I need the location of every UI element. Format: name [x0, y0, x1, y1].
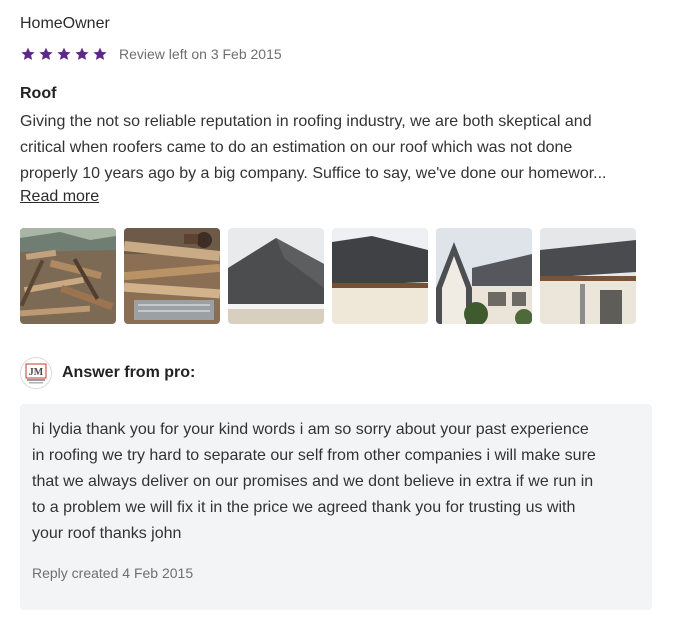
- review-photo[interactable]: [20, 228, 116, 324]
- review-body-line: critical when roofers came to do an esti…: [20, 139, 573, 156]
- house-front-photo: [436, 228, 532, 324]
- roof-work-photo: [124, 228, 220, 324]
- reply-line: your roof thanks john: [32, 525, 182, 542]
- review-photo[interactable]: [332, 228, 428, 324]
- review-photo[interactable]: [540, 228, 636, 324]
- review-title: Roof: [20, 85, 57, 102]
- gutter-corner-photo: [540, 228, 636, 324]
- review-photo[interactable]: [124, 228, 220, 324]
- review-photo[interactable]: [436, 228, 532, 324]
- rating-row: Review left on 3 Feb 2015: [20, 46, 282, 62]
- svg-text:JM: JM: [29, 367, 44, 378]
- review-photos: [20, 228, 636, 324]
- star-rating: [20, 46, 108, 62]
- answer-from-pro-label: Answer from pro:: [62, 364, 196, 381]
- reviewer-name: HomeOwner: [20, 15, 110, 32]
- reply-line: that we always deliver on our promises a…: [32, 473, 594, 490]
- star-icon: [21, 47, 35, 60]
- review-body-line: Giving the not so reliable reputation in…: [20, 113, 592, 130]
- roof-edge-photo: [332, 228, 428, 324]
- star-icon: [93, 47, 107, 60]
- reply-body: hi lydia thank you for your kind words i…: [32, 417, 647, 547]
- star-icon: [75, 47, 89, 60]
- company-logo-icon: JM: [21, 358, 51, 388]
- reply-line: in roofing we try hard to separate our s…: [32, 447, 596, 464]
- review-body-line: properly 10 years ago by a big company. …: [20, 165, 607, 182]
- review-card: HomeOwner Review left on 3 Feb 2015 Roof…: [0, 0, 677, 627]
- star-icon: [39, 47, 53, 60]
- reply-date: Reply created 4 Feb 2015: [32, 565, 194, 581]
- star-icon: [57, 47, 71, 60]
- review-body: Giving the not so reliable reputation in…: [20, 109, 660, 187]
- pro-reply: hi lydia thank you for your kind words i…: [20, 404, 652, 610]
- read-more-link[interactable]: Read more: [20, 188, 99, 206]
- reply-line: to a problem we will fix it in the price…: [32, 499, 576, 516]
- pro-answer-header: JM Answer from pro:: [20, 357, 195, 389]
- new-roof-photo: [228, 228, 324, 324]
- pro-avatar[interactable]: JM: [20, 357, 52, 389]
- review-date: Review left on 3 Feb 2015: [119, 46, 282, 62]
- reply-line: hi lydia thank you for your kind words i…: [32, 421, 589, 438]
- roof-debris-photo: [20, 228, 116, 324]
- review-photo[interactable]: [228, 228, 324, 324]
